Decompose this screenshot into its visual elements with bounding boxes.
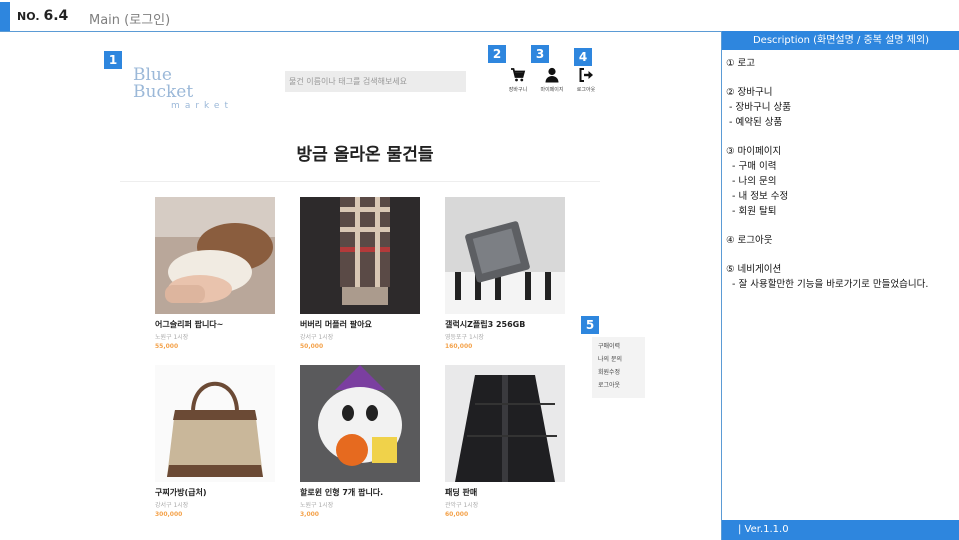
logout-label: 로그아웃	[576, 87, 596, 93]
product-location: 강서구 1시장	[300, 334, 334, 341]
description-line	[726, 219, 956, 233]
description-line: ③ 마이페이지	[726, 146, 782, 157]
cart-icon	[511, 68, 526, 82]
product-location: 노원구 1시장	[300, 502, 334, 509]
description-panel: Description (화면설명 / 중복 설명 제외) ① 로고 ② 장바구니…	[721, 31, 959, 540]
page-number: NO. 6.4	[17, 8, 68, 24]
product-card[interactable]: 갤럭시Z플립3 256GB 영등포구 1시장 160,000	[445, 197, 570, 350]
nav-item-edit-profile[interactable]: 회원수정	[592, 366, 645, 379]
product-image-ugg-slippers[interactable]	[155, 197, 275, 314]
marker-5: 5	[581, 316, 599, 334]
page-number-value: 6.4	[43, 8, 69, 24]
product-name[interactable]: 갤럭시Z플립3 256GB	[445, 319, 570, 330]
logout-icon	[579, 68, 593, 82]
product-price: 60,000	[445, 511, 469, 518]
description-line: - 나의 문의	[726, 176, 777, 187]
product-image-burberry-muffler[interactable]	[300, 197, 420, 314]
user-icon	[545, 67, 559, 83]
page-number-label: NO.	[17, 10, 40, 23]
description-line: ④ 로그아웃	[726, 235, 773, 246]
description-line: - 내 정보 수정	[726, 191, 789, 202]
product-location: 영등포구 1시장	[445, 334, 484, 341]
product-image-galaxy-flip[interactable]	[445, 197, 565, 314]
product-price: 3,000	[300, 511, 319, 518]
description-line	[726, 248, 956, 262]
product-card[interactable]: 어그슬리퍼 팝니다~ 노원구 1시장 55,000	[155, 197, 280, 350]
description-panel-body: ① 로고 ② 장바구니 - 장바구니 상품 - 예약된 상품 ③ 마이페이지 - 구…	[722, 50, 959, 298]
page-header: NO. 6.4 Main (로그인)	[0, 0, 959, 32]
product-name[interactable]: 버버리 머플러 팔아요	[300, 319, 425, 330]
logo[interactable]: Blue Bucket market	[133, 67, 233, 111]
description-line: ⑤ 네비게이션	[726, 264, 782, 275]
quick-nav-menu: 구매이력 나의 문의 회원수정 로그아웃	[592, 337, 645, 398]
description-line: - 장바구니 상품	[726, 102, 791, 113]
product-name[interactable]: 어그슬리퍼 팝니다~	[155, 319, 280, 330]
product-image-halloween-doll[interactable]	[300, 365, 420, 482]
marker-1: 1	[104, 51, 122, 69]
product-card[interactable]: 할로윈 인형 7개 팝니다. 노원구 1시장 3,000	[300, 365, 425, 518]
heading-divider	[120, 181, 600, 182]
description-line: ② 장바구니	[726, 87, 773, 98]
marker-4: 4	[574, 48, 592, 66]
page-title: Main (로그인)	[89, 13, 171, 28]
product-price: 160,000	[445, 343, 473, 350]
description-line: - 회원 탈퇴	[726, 206, 777, 217]
description-line: - 구매 이력	[726, 161, 777, 172]
description-line: ① 로고	[726, 58, 756, 69]
nav-item-purchase-history[interactable]: 구매이력	[592, 340, 645, 353]
nav-item-logout[interactable]: 로그아웃	[592, 379, 645, 392]
description-line: - 예약된 상품	[726, 117, 783, 128]
product-price: 55,000	[155, 343, 179, 350]
description-line	[726, 71, 956, 85]
product-price: 50,000	[300, 343, 324, 350]
nav-item-my-inquiries[interactable]: 나의 문의	[592, 353, 645, 366]
version-label: | Ver.1.1.0	[722, 520, 959, 540]
marker-3: 3	[531, 45, 549, 63]
description-line	[726, 130, 956, 144]
product-location: 강서구 1시장	[155, 502, 189, 509]
logout-button[interactable]: 로그아웃	[566, 67, 606, 93]
header-accent-bar	[0, 2, 10, 31]
product-price: 300,000	[155, 511, 183, 518]
search-input[interactable]: 물건 이름이나 태그를 검색해보세요	[285, 71, 466, 92]
marker-2: 2	[488, 45, 506, 63]
product-image-gucci-bag[interactable]	[155, 365, 275, 482]
product-card[interactable]: 구찌가방(급처) 강서구 1시장 300,000	[155, 365, 280, 518]
product-name[interactable]: 구찌가방(급처)	[155, 487, 280, 498]
product-location: 관악구 1시장	[445, 502, 479, 509]
logo-line2: market	[171, 101, 233, 111]
product-location: 노원구 1시장	[155, 334, 189, 341]
description-line: - 잘 사용할만한 기능을 바로가기로 만들었습니다.	[726, 279, 929, 290]
product-card[interactable]: 버버리 머플러 팔아요 강서구 1시장 50,000	[300, 197, 425, 350]
product-name[interactable]: 할로윈 인형 7개 팝니다.	[300, 487, 425, 498]
product-card[interactable]: 패딩 판매 관악구 1시장 60,000	[445, 365, 570, 518]
product-name[interactable]: 패딩 판매	[445, 487, 570, 498]
product-image-padding-jacket[interactable]	[445, 365, 565, 482]
description-panel-title: Description (화면설명 / 중복 설명 제외)	[722, 31, 959, 50]
logo-line1: Blue Bucket	[133, 65, 194, 102]
section-heading: 방금 올라온 물건들	[296, 145, 434, 165]
